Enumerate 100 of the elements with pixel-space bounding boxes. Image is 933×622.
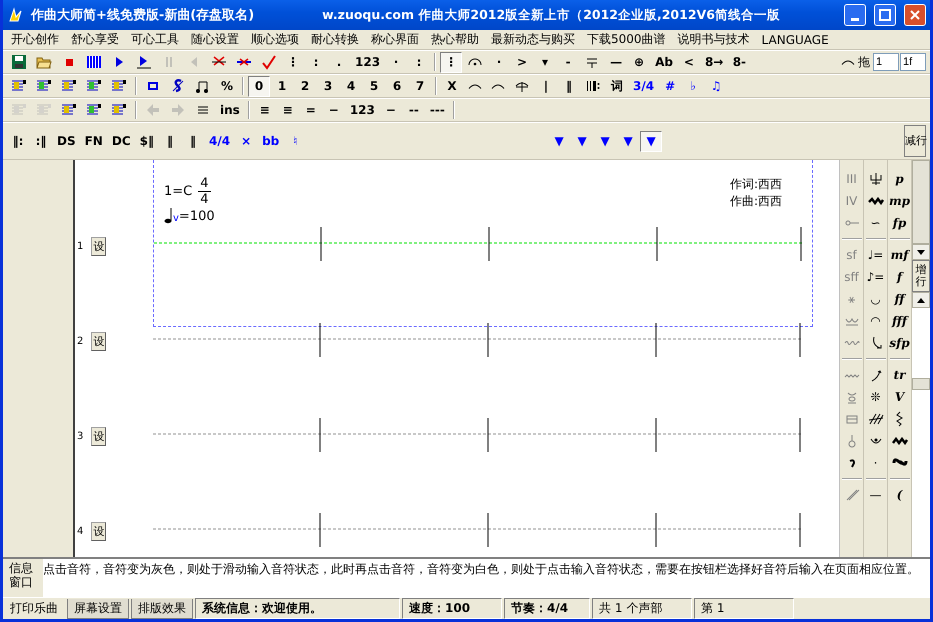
toolbar-button[interactable]: ♫: [705, 76, 728, 96]
toolbar-button[interactable]: ‖: [182, 130, 204, 152]
palette-symbol[interactable]: (: [896, 484, 902, 506]
menu-item[interactable]: 最新动态与购买: [485, 31, 581, 48]
bottom-tab[interactable]: 屏幕设置: [67, 598, 129, 618]
toolbar-button[interactable]: ♮: [284, 130, 306, 152]
toolbar-button[interactable]: 5: [363, 76, 385, 96]
toolbar-button[interactable]: 0: [248, 76, 270, 96]
set-button[interactable]: 设: [91, 332, 106, 350]
toolbar-button[interactable]: $‖: [136, 130, 158, 152]
toolbar-button[interactable]: 3/4: [629, 76, 658, 96]
toolbar-button[interactable]: -: [557, 52, 580, 72]
palette-symbol[interactable]: mf: [890, 244, 908, 266]
number-field[interactable]: 1: [873, 53, 899, 71]
toolbar-button[interactable]: 123: [346, 100, 379, 120]
toolbar-button[interactable]: >: [511, 52, 534, 72]
toolbar-button[interactable]: 3: [317, 76, 339, 96]
toolbar-button[interactable]: .: [328, 52, 350, 72]
toolbar-button[interactable]: ▾: [534, 52, 556, 72]
toolbar-button[interactable]: —: [605, 52, 628, 72]
set-button[interactable]: 设: [91, 522, 106, 540]
palette-symbol[interactable]: fp: [892, 212, 906, 234]
menu-item[interactable]: 热心帮助: [425, 31, 485, 48]
palette-symbol[interactable]: ∽: [870, 212, 881, 234]
toolbar-button[interactable]: =: [300, 100, 322, 120]
palette-symbol[interactable]: mp: [888, 190, 910, 212]
toolbar-button[interactable]: 123: [351, 52, 384, 72]
toolbar-button[interactable]: :: [408, 52, 430, 72]
toolbar-button[interactable]: |: [535, 76, 557, 96]
toolbar-button[interactable]: #: [659, 76, 682, 96]
menu-item[interactable]: 称心界面: [365, 31, 425, 48]
scroll-down-button[interactable]: [912, 244, 930, 260]
palette-symbol[interactable]: tr: [894, 364, 906, 386]
number-field[interactable]: 1f: [900, 53, 926, 71]
menu-item[interactable]: LANGUAGE: [756, 32, 835, 46]
toolbar-button[interactable]: ·: [385, 52, 408, 72]
add-row-button[interactable]: 增行: [912, 260, 930, 292]
toolbar-button[interactable]: ×: [235, 130, 258, 152]
toolbar-button[interactable]: --: [402, 100, 425, 120]
toolbar-button[interactable]: ⋮: [282, 52, 304, 72]
toolbar-button[interactable]: 6: [386, 76, 408, 96]
palette-symbol[interactable]: ♩=: [868, 244, 884, 266]
palette-symbol[interactable]: fff: [892, 310, 908, 332]
toolbar-button[interactable]: DS: [53, 130, 80, 152]
toolbar-button[interactable]: ‖: [159, 130, 181, 152]
palette-symbol[interactable]: ❊: [870, 386, 881, 408]
palette-symbol[interactable]: V: [894, 386, 904, 408]
toolbar-button[interactable]: 8→: [700, 52, 728, 72]
toolbar-button[interactable]: :‖: [30, 130, 52, 152]
toolbar-button[interactable]: bb: [258, 130, 284, 152]
toolbar-button[interactable]: ⋮: [440, 52, 462, 72]
palette-symbol[interactable]: sfp: [889, 332, 910, 354]
toolbar-button[interactable]: ⊕: [628, 52, 650, 72]
palette-symbol[interactable]: ff: [894, 288, 904, 310]
minimize-button[interactable]: [844, 4, 866, 26]
bottom-tab[interactable]: 排版效果: [131, 598, 193, 618]
toolbar-button[interactable]: 4/4: [205, 130, 234, 152]
toolbar-button[interactable]: FN: [80, 130, 107, 152]
palette-symbol[interactable]: ◠: [870, 310, 881, 332]
toolbar-button[interactable]: ▼: [640, 130, 662, 152]
menu-item[interactable]: 下载5000曲谱: [581, 31, 672, 48]
toolbar-button[interactable]: 4: [340, 76, 362, 96]
toolbar-button[interactable]: X: [441, 76, 463, 96]
toolbar-button[interactable]: ♭: [682, 76, 704, 96]
palette-symbol[interactable]: f: [896, 266, 902, 288]
toolbar-button[interactable]: −: [322, 100, 345, 120]
toolbar-button[interactable]: <: [678, 52, 700, 72]
toolbar-button[interactable]: 8-: [728, 52, 750, 72]
toolbar-button[interactable]: ---: [426, 100, 449, 120]
toolbar-button[interactable]: ▼: [571, 130, 594, 152]
toolbar-button[interactable]: ▼: [548, 130, 570, 152]
toolbar-button[interactable]: 7: [409, 76, 431, 96]
toolbar-button[interactable]: 1: [271, 76, 293, 96]
scrollbar-thumb[interactable]: [912, 160, 930, 244]
toolbar-button[interactable]: DC: [108, 130, 135, 152]
maximize-button[interactable]: [874, 4, 896, 26]
menu-item[interactable]: 可心工具: [125, 31, 185, 48]
toolbar-button[interactable]: ‖: [558, 76, 580, 96]
toolbar-button[interactable]: 词: [606, 76, 628, 96]
toolbar-button[interactable]: ≡: [254, 100, 276, 120]
toolbar-button[interactable]: ‖:: [7, 130, 29, 152]
palette-symbol[interactable]: ♪=: [866, 266, 884, 288]
toolbar-button[interactable]: Ab: [651, 52, 677, 72]
toolbar-button[interactable]: −: [380, 100, 402, 120]
scroll-up-button[interactable]: [912, 292, 930, 308]
toolbar-button[interactable]: ▼: [617, 130, 640, 152]
set-button[interactable]: 设: [91, 236, 106, 256]
menu-item[interactable]: 顺心选项: [245, 31, 305, 48]
toolbar-button[interactable]: ▼: [594, 130, 616, 152]
delete-row-button[interactable]: 减行: [904, 125, 926, 157]
close-button[interactable]: [904, 4, 926, 26]
set-button[interactable]: 设: [91, 426, 106, 446]
toolbar-button[interactable]: :: [305, 52, 327, 72]
toolbar-button[interactable]: ≡: [276, 100, 299, 120]
menu-item[interactable]: 随心设置: [185, 31, 245, 48]
toolbar-button[interactable]: 2: [294, 76, 316, 96]
menu-item[interactable]: 舒心享受: [65, 31, 125, 48]
menu-item[interactable]: 说明书与技术: [672, 31, 756, 48]
palette-symbol[interactable]: ◡: [870, 288, 881, 310]
menu-item[interactable]: 开心创作: [5, 31, 65, 48]
